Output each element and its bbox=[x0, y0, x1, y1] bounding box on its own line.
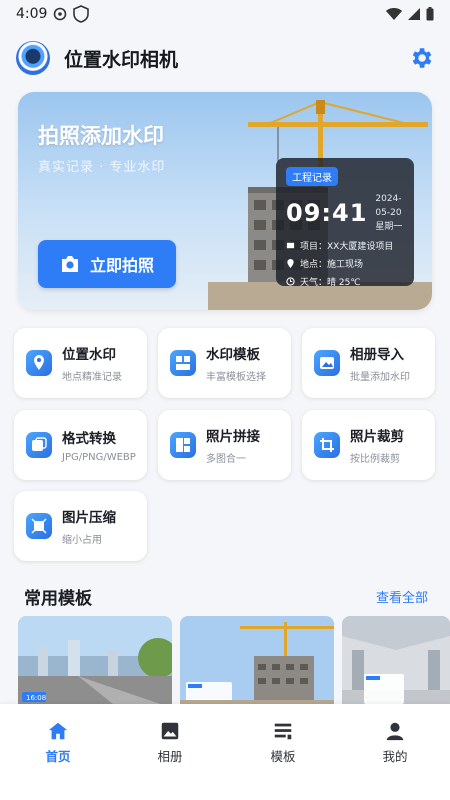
nav-label: 模板 bbox=[270, 749, 296, 764]
tool-subtitle: JPG/PNG/WEBP bbox=[62, 452, 136, 463]
tool-subtitle: 地点精准记录 bbox=[62, 372, 122, 383]
tool-location-watermark[interactable]: 位置水印 地点精准记录 bbox=[14, 328, 147, 398]
watermark-location: 地点：施工现场 bbox=[300, 260, 364, 270]
collage-icon bbox=[170, 432, 196, 458]
settings-gear-icon[interactable] bbox=[408, 45, 434, 71]
nav-label: 首页 bbox=[45, 749, 71, 764]
app-title: 位置水印相机 bbox=[64, 48, 179, 71]
camera-icon bbox=[61, 256, 78, 272]
app-header: 位置水印相机 bbox=[0, 36, 450, 80]
tool-subtitle: 多图合一 bbox=[206, 454, 246, 465]
template-thumbnail-construction[interactable] bbox=[180, 616, 334, 708]
nav-item-templates[interactable]: 模板 bbox=[243, 720, 323, 765]
tool-title: 水印模板 bbox=[206, 347, 260, 363]
template-thumbnail-warehouse[interactable] bbox=[342, 616, 450, 708]
nav-item-home[interactable]: 首页 bbox=[18, 720, 98, 765]
clock-icon bbox=[286, 277, 295, 286]
album-import-icon bbox=[314, 350, 340, 376]
tool-format-convert[interactable]: 格式转换 JPG/PNG/WEBP bbox=[14, 410, 147, 480]
tool-title: 照片裁剪 bbox=[350, 429, 404, 445]
watermark-preview-card: 工程记录 09:41 2024-05-20 星期一 项目：XX大厦建设项目 地点… bbox=[276, 158, 414, 288]
nav-label: 我的 bbox=[382, 749, 408, 764]
location-icon bbox=[26, 350, 52, 376]
tool-subtitle: 批量添加水印 bbox=[350, 372, 410, 383]
profile-icon bbox=[386, 722, 404, 741]
tool-title: 图片压缩 bbox=[62, 510, 116, 526]
take-photo-button[interactable]: 立即拍照 bbox=[38, 240, 176, 288]
hero-title: 拍照添加水印 bbox=[38, 124, 164, 148]
bottom-navigation: 首页 相册 模板 我的 bbox=[0, 704, 450, 800]
battery-icon bbox=[426, 7, 434, 21]
crop-icon bbox=[314, 432, 340, 458]
nav-label: 相册 bbox=[157, 749, 183, 764]
template-icon bbox=[170, 350, 196, 376]
status-time: 4:09 bbox=[16, 6, 48, 22]
tool-title: 位置水印 bbox=[62, 347, 116, 363]
tool-image-compress[interactable]: 图片压缩 缩小占用 bbox=[14, 491, 147, 561]
status-bar: 4:09 bbox=[0, 0, 450, 28]
tool-album-import[interactable]: 相册导入 批量添加水印 bbox=[302, 328, 435, 398]
tool-subtitle: 丰富模板选择 bbox=[206, 372, 266, 383]
tool-title: 照片拼接 bbox=[206, 429, 260, 445]
view-all-link[interactable]: 查看全部 bbox=[376, 587, 428, 606]
hero-banner: 拍照添加水印 真实记录 · 专业水印 立即拍照 工程记录 09:41 2024-… bbox=[18, 92, 432, 310]
tool-photo-collage[interactable]: 照片拼接 多图合一 bbox=[158, 410, 291, 480]
shield-icon bbox=[73, 5, 90, 23]
take-photo-label: 立即拍照 bbox=[89, 256, 154, 275]
location-pin-icon bbox=[287, 259, 294, 268]
format-convert-icon bbox=[26, 432, 52, 458]
tool-subtitle: 按比例裁剪 bbox=[350, 454, 400, 465]
compress-icon bbox=[26, 513, 52, 539]
project-icon bbox=[286, 242, 295, 249]
watermark-date: 2024-05-20 bbox=[375, 194, 402, 218]
wifi-icon bbox=[386, 8, 402, 20]
signal-icon bbox=[408, 8, 420, 20]
watermark-weekday: 星期一 bbox=[375, 222, 403, 232]
watermark-weather: 天气：晴 25℃ bbox=[300, 278, 361, 288]
template-thumbnail-city[interactable]: 16:08 bbox=[18, 616, 172, 708]
app-logo bbox=[16, 41, 50, 75]
tool-watermark-templates[interactable]: 水印模板 丰富模板选择 bbox=[158, 328, 291, 398]
nav-item-profile[interactable]: 我的 bbox=[355, 720, 435, 765]
tool-title: 格式转换 bbox=[62, 431, 116, 447]
notification-icon bbox=[54, 7, 67, 21]
watermark-tag: 工程记录 bbox=[286, 167, 338, 186]
template-list-icon bbox=[274, 723, 292, 740]
watermark-project: 项目：XX大厦建设项目 bbox=[300, 242, 394, 252]
home-icon bbox=[48, 722, 68, 740]
tool-photo-crop[interactable]: 照片裁剪 按比例裁剪 bbox=[302, 410, 435, 480]
tool-title: 相册导入 bbox=[350, 347, 404, 363]
album-icon bbox=[161, 722, 179, 740]
tool-subtitle: 缩小占用 bbox=[62, 535, 102, 546]
hero-subtitle: 真实记录 · 专业水印 bbox=[38, 160, 166, 175]
nav-item-album[interactable]: 相册 bbox=[130, 720, 210, 765]
watermark-time: 09:41 bbox=[286, 199, 368, 227]
thumb-time-label: 16:08 bbox=[26, 694, 47, 702]
templates-section-title: 常用模板 bbox=[24, 589, 92, 609]
